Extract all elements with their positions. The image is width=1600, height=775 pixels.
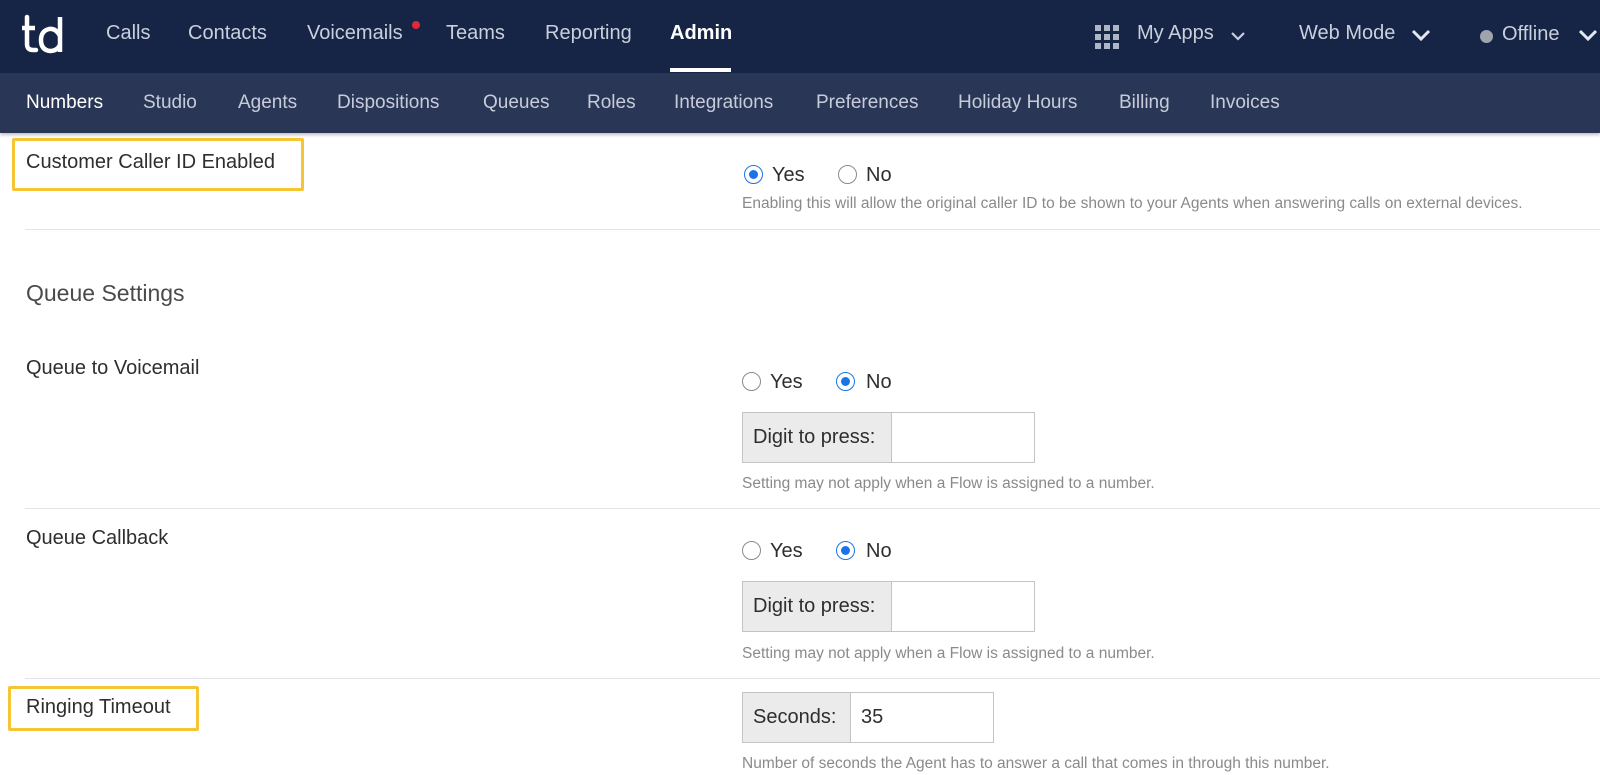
top-navigation-bar: Calls Contacts Voicemails Teams Reportin… [0,0,1600,73]
web-mode-chevron-down-icon[interactable] [1411,29,1431,42]
queue-callback-no-radio[interactable] [836,541,855,560]
queue-to-voicemail-no-label[interactable]: No [866,371,892,394]
topnav-reporting[interactable]: Reporting [545,22,632,45]
queue-to-voicemail-yes-label[interactable]: Yes [770,371,803,394]
queue-callback-digit-group: Digit to press: [742,581,1035,632]
customer-caller-id-yes-label[interactable]: Yes [772,164,805,187]
queue-callback-digit-input[interactable] [892,582,1034,631]
topnav-contacts[interactable]: Contacts [188,22,267,45]
queue-to-voicemail-help: Setting may not apply when a Flow is ass… [742,475,1155,492]
digit-to-press-addon: Digit to press: [743,582,892,631]
active-tab-indicator [670,68,731,72]
agent-status-menu[interactable]: Offline [1502,23,1559,46]
queue-callback-no-label[interactable]: No [866,540,892,563]
subnav-numbers[interactable]: Numbers [26,92,103,114]
my-apps-chevron-down-icon[interactable] [1231,31,1245,41]
queue-to-voicemail-no-radio[interactable] [836,372,855,391]
subnav-agents[interactable]: Agents [238,92,297,114]
queue-to-voicemail-digit-input[interactable] [892,413,1034,462]
topnav-admin[interactable]: Admin [670,22,732,45]
divider [25,678,1600,679]
ringing-timeout-seconds-input[interactable] [851,693,993,742]
customer-caller-id-yes-radio[interactable] [744,165,763,184]
subnav-dispositions[interactable]: Dispositions [337,92,439,114]
queue-settings-title: Queue Settings [26,280,185,306]
queue-to-voicemail-yes-radio[interactable] [742,372,761,391]
queue-to-voicemail-label: Queue to Voicemail [26,357,200,379]
topnav-calls[interactable]: Calls [106,22,150,45]
ringing-timeout-label: Ringing Timeout [26,696,171,718]
my-apps-menu[interactable]: My Apps [1137,22,1214,45]
voicemail-notification-dot [412,21,420,29]
subnav-preferences[interactable]: Preferences [816,92,918,114]
subnav-billing[interactable]: Billing [1119,92,1170,114]
talkdesk-logo[interactable] [22,14,64,56]
status-indicator-dot [1480,30,1493,43]
apps-grid-icon[interactable] [1095,25,1119,49]
topnav-teams[interactable]: Teams [446,22,505,45]
queue-callback-label: Queue Callback [26,527,169,549]
topnav-voicemails[interactable]: Voicemails [307,22,403,45]
customer-caller-id-no-radio[interactable] [838,165,857,184]
customer-caller-id-no-label[interactable]: No [866,164,892,187]
queue-callback-yes-label[interactable]: Yes [770,540,803,563]
seconds-addon: Seconds: [743,693,851,742]
web-mode-menu[interactable]: Web Mode [1299,22,1395,45]
digit-to-press-addon: Digit to press: [743,413,892,462]
ringing-timeout-help: Number of seconds the Agent has to answe… [742,755,1330,772]
subnav-queues[interactable]: Queues [483,92,550,114]
queue-callback-help: Setting may not apply when a Flow is ass… [742,645,1155,662]
ringing-timeout-seconds-group: Seconds: [742,692,994,743]
subnav-holiday-hours[interactable]: Holiday Hours [958,92,1077,114]
divider [25,508,1600,509]
status-chevron-down-icon[interactable] [1578,29,1598,42]
subnav-integrations[interactable]: Integrations [674,92,773,114]
subnav-studio[interactable]: Studio [143,92,197,114]
queue-callback-yes-radio[interactable] [742,541,761,560]
queue-to-voicemail-digit-group: Digit to press: [742,412,1035,463]
divider [25,229,1600,230]
customer-caller-id-label: Customer Caller ID Enabled [26,151,275,173]
admin-sub-navigation: Numbers Studio Agents Dispositions Queue… [0,73,1600,133]
subnav-roles[interactable]: Roles [587,92,636,114]
subnav-invoices[interactable]: Invoices [1210,92,1280,114]
customer-caller-id-help: Enabling this will allow the original ca… [742,195,1523,212]
